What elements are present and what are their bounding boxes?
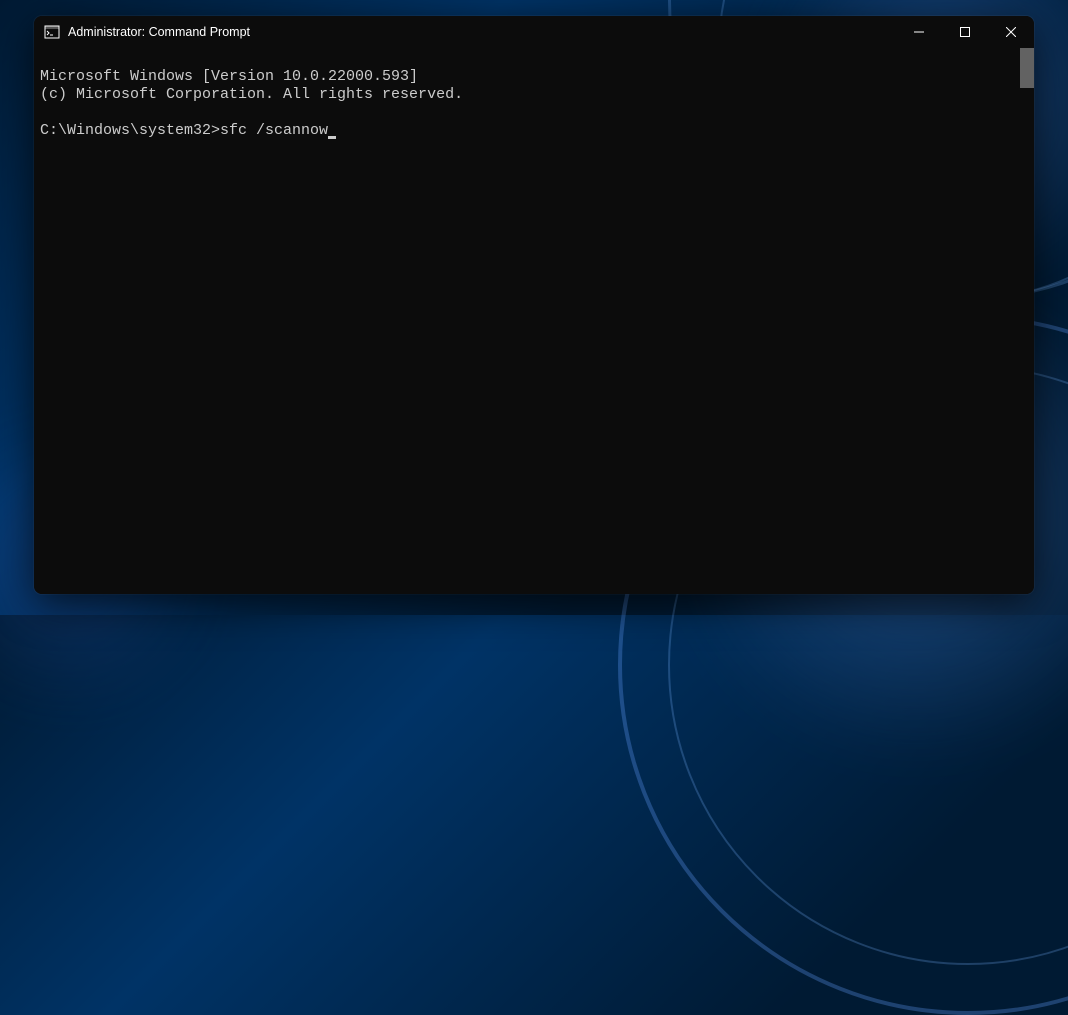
window-title: Administrator: Command Prompt bbox=[68, 25, 896, 39]
text-cursor-icon bbox=[328, 136, 336, 139]
prompt-path: C:\Windows\system32> bbox=[40, 122, 220, 139]
vertical-scrollbar[interactable] bbox=[1020, 48, 1034, 88]
command-prompt-window: Administrator: Command Prompt Microsoft … bbox=[34, 16, 1034, 594]
window-controls bbox=[896, 16, 1034, 48]
minimize-button[interactable] bbox=[896, 16, 942, 48]
close-button[interactable] bbox=[988, 16, 1034, 48]
console-output[interactable]: Microsoft Windows [Version 10.0.22000.59… bbox=[34, 48, 1034, 594]
titlebar[interactable]: Administrator: Command Prompt bbox=[34, 16, 1034, 48]
typed-command: sfc /scannow bbox=[220, 122, 328, 139]
maximize-button[interactable] bbox=[942, 16, 988, 48]
command-prompt-icon bbox=[44, 24, 60, 40]
version-line: Microsoft Windows [Version 10.0.22000.59… bbox=[40, 68, 418, 85]
command-line: C:\Windows\system32>sfc /scannow bbox=[40, 122, 336, 139]
copyright-line: (c) Microsoft Corporation. All rights re… bbox=[40, 86, 463, 103]
